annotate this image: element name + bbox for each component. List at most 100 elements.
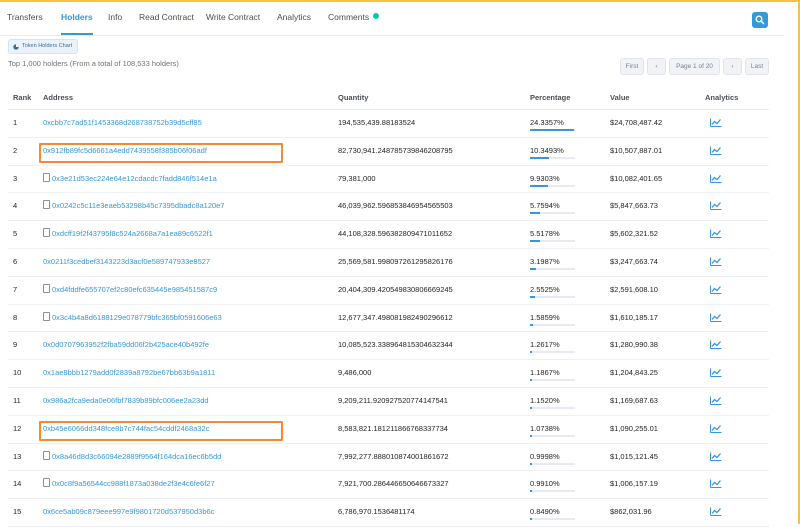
rank-cell: 10 (13, 368, 22, 378)
percentage-bar (530, 295, 575, 298)
quantity-cell: 6,786,970.1536481174 (338, 507, 415, 517)
value-cell: $1,204,843.25 (610, 368, 658, 378)
percentage-cell: 10.3493% (530, 145, 564, 155)
table-header: Rank Address Quantity Percentage Value A… (8, 87, 769, 110)
analytics-chart-icon[interactable] (710, 201, 722, 211)
holder-address-link[interactable]: 0xcbb7c7ad51f1453368d268738752b39d5cff85 (43, 118, 202, 127)
analytics-chart-icon[interactable] (710, 507, 722, 517)
rank-cell: 4 (13, 201, 18, 211)
value-cell: $1,610,185.17 (610, 312, 658, 322)
value-cell: $1,006,157.19 (610, 479, 658, 489)
address-cell: 0x912fb89fc5d6661a4edd7439558f385b06f06a… (39, 138, 283, 164)
analytics-chart-icon[interactable] (710, 368, 722, 378)
value-cell: $24,708,487.42 (610, 118, 663, 127)
pager-page-indicator: Page 1 of 20 (669, 58, 720, 75)
address-cell: 0x1ae8bbb1279add0f2839a8792be67bb63b9a18… (43, 360, 215, 386)
percentage-cell: 3.1987% (530, 256, 560, 266)
tab-comments[interactable]: Comments (328, 2, 369, 35)
quantity-cell: 10,085,523.338964815304632344 (338, 340, 453, 350)
analytics-chart-icon[interactable] (710, 118, 722, 127)
tab-write-contract[interactable]: Write Contract (206, 2, 260, 35)
holder-address-link[interactable]: 0x0c8f9a56544cc988f1873a038de2f3e4c6fe6f… (52, 479, 215, 488)
header-percentage: Percentage (530, 93, 571, 102)
value-cell: $1,090,255.01 (610, 423, 658, 433)
holder-address-link[interactable]: 0x0d0707963952f2fba59dd06f2b425ace40b492… (43, 340, 209, 349)
analytics-chart-icon[interactable] (710, 174, 722, 183)
rank-cell: 3 (13, 173, 18, 183)
percentage-bar-fill (530, 212, 541, 215)
contract-doc-icon (43, 228, 50, 238)
rank-cell: 8 (13, 312, 18, 322)
table-row: 13 0x8a46d8d3c66094e2889f9564f164dca16ec6… (8, 444, 769, 472)
rank-cell: 5 (13, 229, 18, 239)
analytics-chart-icon[interactable] (710, 285, 722, 294)
percentage-bar-fill (530, 518, 532, 521)
percentage-bar-fill (530, 434, 532, 437)
address-cell: 0xcbb7c7ad51f1453368d268738752b39d5cff85 (43, 110, 202, 136)
holder-address-link[interactable]: 0x6ce5ab09c879eee997e9f9801720d537950d3b… (43, 507, 214, 516)
token-holders-chart-button[interactable]: Token Holders Chart (8, 39, 79, 54)
pager-last-button[interactable]: Last (745, 58, 769, 75)
pager-next-button[interactable]: › (723, 58, 742, 75)
percentage-cell: 1.2617% (530, 340, 560, 350)
analytics-chart-icon[interactable] (710, 229, 722, 239)
address-cell: 0x986a2fca9eda0e06fbf7839b89bfc006ee2a23… (43, 388, 209, 414)
holder-address-link[interactable]: 0x0211f3cedbef3143223d3acf0e589747933e85… (43, 257, 210, 266)
tab-transfers[interactable]: Transfers (7, 2, 43, 35)
percentage-bar (530, 184, 575, 187)
holders-table: Rank Address Quantity Percentage Value A… (8, 87, 769, 527)
analytics-chart-icon[interactable] (710, 479, 722, 489)
percentage-cell: 2.5525% (530, 284, 560, 294)
holder-address-link[interactable]: 0xdcff19f2f43795f8c524a2668a7a1ea89c6522… (52, 229, 213, 238)
rank-cell: 6 (13, 256, 18, 266)
table-row: 7 0xd4fddfe655707ef2c80efc635445e98545158… (8, 277, 769, 305)
table-row: 12 0xb45e6066dd348fce8b7c744fac54cddf2468… (8, 416, 769, 444)
percentage-cell: 1.1867% (530, 368, 560, 378)
holder-address-link[interactable]: 0x986a2fca9eda0e06fbf7839b89bfc006ee2a23… (43, 396, 209, 405)
percentage-bar (530, 267, 575, 270)
address-cell: 0x0211f3cedbef3143223d3acf0e589747933e85… (43, 249, 210, 275)
tab-read-contract[interactable]: Read Contract (139, 2, 194, 35)
analytics-chart-icon[interactable] (710, 340, 722, 350)
value-cell: $1,280,990.38 (610, 340, 658, 350)
search-button[interactable] (752, 12, 768, 28)
address-cell: 0xdcff19f2f43795f8c524a2668a7a1ea89c6522… (43, 221, 213, 247)
quantity-cell: 7,992,277.888010874001861672 (338, 451, 449, 461)
holder-address-link[interactable]: 0x3e21d53ec224e64e12cdacdc7fadd846f514e1… (52, 174, 217, 183)
tab-bar: Transfers Holders Info Read Contract Wri… (0, 2, 784, 36)
percentage-cell: 1.0738% (530, 423, 560, 433)
header-address: Address (43, 93, 74, 102)
contract-doc-icon (43, 478, 50, 488)
holder-address-link[interactable]: 0x8a46d8d3c66094e2889f9564f164dca16ec6b5… (52, 452, 221, 461)
header-quantity: Quantity (338, 93, 369, 102)
highlight-box (39, 142, 283, 163)
value-cell: $3,247,663.74 (610, 256, 658, 266)
rank-cell: 15 (13, 507, 22, 517)
address-cell: 0x3c4b4a8d6188129e078779bfc365bf0591606e… (43, 305, 222, 331)
tab-analytics[interactable]: Analytics (277, 2, 311, 35)
tab-holders[interactable]: Holders (61, 2, 93, 35)
percentage-cell: 0.9910% (530, 479, 560, 489)
holder-address-link[interactable]: 0x3c4b4a8d6188129e078779bfc365bf0591606e… (52, 313, 222, 322)
value-cell: $862,031.96 (610, 507, 652, 517)
analytics-chart-icon[interactable] (710, 396, 722, 405)
analytics-chart-icon[interactable] (710, 146, 722, 155)
quantity-cell: 194,535,439.88183524 (338, 118, 416, 127)
percentage-bar-fill (530, 184, 548, 187)
table-row: 10 0x1ae8bbb1279add0f2839a8792be67bb63b9a… (8, 360, 769, 388)
analytics-chart-icon[interactable] (710, 452, 722, 461)
percentage-bar (530, 240, 575, 243)
pager-prev-button[interactable]: ‹ (647, 58, 666, 75)
percentage-bar (530, 156, 575, 159)
address-cell: 0x0d0707963952f2fba59dd06f2b425ace40b492… (43, 332, 209, 358)
analytics-chart-icon[interactable] (710, 257, 722, 266)
tab-info[interactable]: Info (108, 2, 122, 35)
analytics-chart-icon[interactable] (710, 424, 722, 433)
value-cell: $2,591,608.10 (610, 284, 658, 294)
holder-address-link[interactable]: 0x0242c5c11e3eaeb53298b45c7395dbadc8a120… (52, 201, 225, 210)
analytics-chart-icon[interactable] (710, 313, 722, 322)
contract-doc-icon (43, 450, 50, 460)
holder-address-link[interactable]: 0x1ae8bbb1279add0f2839a8792be67bb63b9a18… (43, 368, 215, 377)
pager-first-button[interactable]: First (620, 58, 644, 75)
holder-address-link[interactable]: 0xd4fddfe655707ef2c80efc635445e985451587… (52, 285, 217, 294)
